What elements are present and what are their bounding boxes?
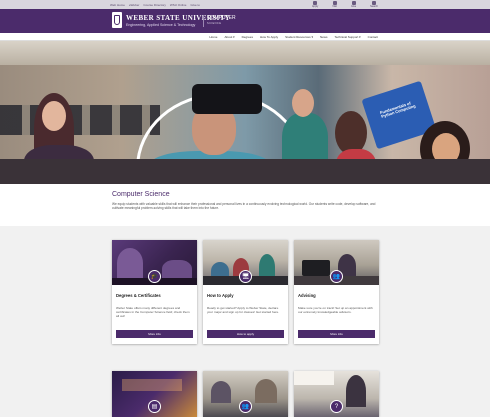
how-to-apply-button[interactable]: How to apply xyxy=(207,330,284,338)
hero-monitors xyxy=(0,105,160,135)
hero-instructor-face xyxy=(292,89,314,117)
utility-link-eweber[interactable]: eWeber xyxy=(129,3,139,7)
nav-item-news[interactable]: News xyxy=(320,35,328,39)
monitor-icon: 🖥 xyxy=(239,270,252,283)
hero-desk xyxy=(0,159,490,184)
nav-item-contact[interactable]: Contact xyxy=(368,35,378,39)
wsu-logo-icon[interactable] xyxy=(112,12,122,28)
nav-item-technical-support[interactable]: Technical Support ▾ xyxy=(334,35,360,39)
utility-link-course-directory[interactable]: Course Directory xyxy=(143,3,166,7)
card-degrees: 🎓 Degrees & Certificates Weber State off… xyxy=(112,240,197,344)
card-degrees-title[interactable]: Degrees & Certificates xyxy=(116,293,161,298)
graduation-cap-icon: 🎓 xyxy=(148,270,161,283)
give-icon[interactable]: Give xyxy=(351,1,356,9)
apply-icon[interactable]: Apply xyxy=(312,1,318,9)
page-title: Computer Science xyxy=(112,191,170,198)
main-nav: Home About ▾ Degrees How To Apply Studen… xyxy=(0,33,490,41)
nav-item-degrees[interactable]: Degrees xyxy=(242,35,253,39)
college-name[interactable]: Engineering, Applied Science & Technolog… xyxy=(126,23,195,27)
computer-lab-icon: ▤ xyxy=(148,400,161,413)
nav-item-student-resources[interactable]: Student Resources ▾ xyxy=(285,35,313,39)
utility-link-wsu-online[interactable]: WSU Online xyxy=(170,3,187,7)
hero-student-left-face xyxy=(42,101,66,131)
card-row2-3[interactable]: ? xyxy=(294,371,379,417)
nav-item-how-to-apply[interactable]: How To Apply xyxy=(260,35,278,39)
card-apply-title[interactable]: How to Apply xyxy=(207,293,234,298)
card-advising-title[interactable]: Advising xyxy=(298,293,316,298)
card-apply-photo: 🖥 xyxy=(203,240,288,285)
utility-link-give[interactable]: Give to xyxy=(190,3,200,7)
card-advising-description: Make sure you're on track! Set up an app… xyxy=(298,306,373,315)
utility-bar: Web Home eWeber Course Directory WSU Onl… xyxy=(0,0,490,9)
card-row2-1[interactable]: ▤ xyxy=(112,371,197,417)
degrees-more-info-button[interactable]: More info xyxy=(116,330,193,338)
nav-item-about[interactable]: About ▾ xyxy=(224,35,234,39)
hero-image: Fundamentals of Python Computing xyxy=(0,41,490,184)
hero-ceiling xyxy=(0,41,490,65)
site-header: WEBER STATE UNIVERSITY Engineering, Appl… xyxy=(0,9,490,33)
card-apply-description: Ready to get started? Apply to Weber Sta… xyxy=(207,306,280,315)
card-advising: 👥 Advising Make sure you're on track! Se… xyxy=(294,240,379,344)
department-name[interactable]: COMPUTER xyxy=(207,16,236,21)
intro-section: Computer Science We equip students with … xyxy=(0,184,490,226)
header-divider xyxy=(203,15,204,27)
card-row2-2[interactable]: 👥 xyxy=(203,371,288,417)
question-icon: ? xyxy=(330,400,343,413)
advising-more-info-button[interactable]: More info xyxy=(298,330,375,338)
search-icon[interactable]: Search xyxy=(370,1,378,9)
nav-item-home[interactable]: Home xyxy=(209,35,217,39)
utility-links: Web Home eWeber Course Directory WSU Onl… xyxy=(110,3,200,7)
card-degrees-description: Weber State offers many different degree… xyxy=(116,306,190,319)
people-icon: 👥 xyxy=(330,270,343,283)
card-how-to-apply: 🖥 How to Apply Ready to get started? App… xyxy=(203,240,288,344)
utility-icons: Apply Visit Give Search xyxy=(312,1,378,9)
group-icon: 👥 xyxy=(239,400,252,413)
card-degrees-photo: 🎓 xyxy=(112,240,197,285)
vr-headset-icon xyxy=(192,84,262,114)
utility-link-web-home[interactable]: Web Home xyxy=(110,3,125,7)
card-advising-photo: 👥 xyxy=(294,240,379,285)
page: Web Home eWeber Course Directory WSU Onl… xyxy=(0,0,490,417)
department-subname: SCIENCE xyxy=(207,22,222,25)
visit-icon[interactable]: Visit xyxy=(332,1,337,9)
nav-items: Home About ▾ Degrees How To Apply Studen… xyxy=(209,35,378,39)
intro-text: We equip students with valuable skills t… xyxy=(112,202,376,211)
